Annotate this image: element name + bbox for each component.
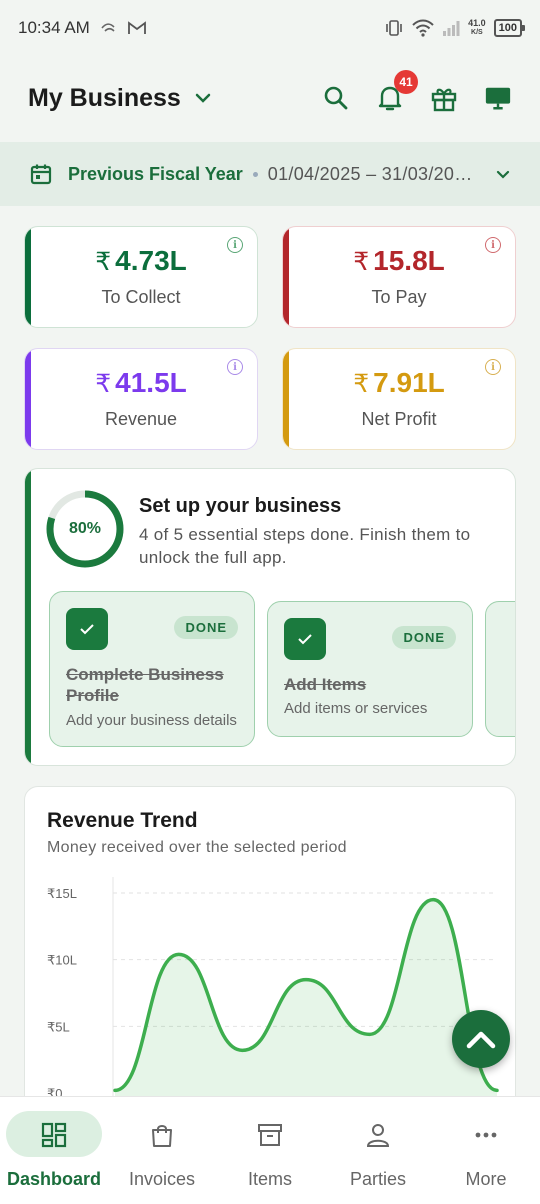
currency-symbol: ₹ — [353, 248, 370, 276]
status-bar: 10:34 AM 41.0 K/S 100 — [0, 0, 540, 56]
net-speed: 41.0 K/S — [468, 19, 486, 37]
gift-icon[interactable] — [430, 84, 458, 112]
stat-value-net-profit: ₹7.91L — [283, 367, 515, 399]
more-dots-icon — [472, 1121, 500, 1149]
nav-item-parties[interactable]: Parties — [324, 1097, 432, 1204]
status-badge: DONE — [392, 626, 456, 649]
chevron-down-icon[interactable] — [195, 93, 211, 103]
revenue-trend-card: Revenue Trend Money received over the se… — [24, 786, 516, 1116]
setup-title: Set up your business — [139, 495, 342, 517]
progress-percent: 80% — [68, 520, 102, 537]
y-tick-label: ₹5L — [47, 1019, 70, 1034]
vibrate-icon — [384, 19, 404, 37]
person-icon — [364, 1121, 392, 1149]
search-icon[interactable] — [322, 84, 350, 112]
nav-item-invoices[interactable]: Invoices — [108, 1097, 216, 1204]
info-icon[interactable]: i — [485, 237, 501, 253]
info-icon[interactable]: i — [227, 237, 243, 253]
step-title: Complete Business Profile — [66, 665, 224, 705]
nav-label: Parties — [349, 1169, 407, 1189]
step-description: Add your business details — [66, 712, 237, 729]
step-card-add-items[interactable]: DONE Add Items Add items or services — [267, 601, 473, 737]
dashboard-icon — [40, 1121, 68, 1149]
y-tick-label: ₹15L — [47, 886, 77, 901]
nav-label: More — [465, 1169, 507, 1189]
to-collect-value: 4.73L — [115, 245, 187, 276]
currency-symbol: ₹ — [95, 370, 112, 398]
notification-badge: 41 — [394, 70, 418, 94]
chevron-up-icon — [466, 1031, 496, 1049]
gmail-icon — [127, 21, 146, 35]
status-time: 10:34 AM — [18, 18, 90, 37]
setup-description: 4 of 5 essential steps done. Finish them… — [139, 525, 471, 567]
to-pay-label: To Pay — [371, 287, 427, 307]
notification-bell-icon[interactable]: 41 — [376, 70, 418, 112]
scroll-to-top-button[interactable] — [452, 1010, 510, 1068]
step-description: Add items or services — [284, 700, 428, 717]
chart-subtitle: Money received over the selected period — [47, 839, 347, 856]
nav-item-more[interactable]: More — [432, 1097, 540, 1204]
net-speed-unit: K/S — [471, 29, 483, 36]
net-profit-label: Net Profit — [361, 409, 437, 429]
info-icon[interactable]: i — [227, 359, 243, 375]
to-collect-label: To Collect — [101, 287, 181, 307]
step-title: Add Items — [284, 675, 367, 694]
currency-symbol: ₹ — [95, 248, 112, 276]
stat-card-net-profit[interactable]: ₹7.91L Net Profit i — [282, 348, 516, 450]
calendar-icon — [30, 163, 52, 185]
nav-item-items[interactable]: Items — [216, 1097, 324, 1204]
battery-indicator: 100 — [493, 19, 526, 37]
desktop-icon[interactable] — [484, 84, 512, 112]
y-tick-label: ₹10L — [47, 953, 77, 968]
nav-label: Items — [247, 1169, 292, 1189]
status-badge: DONE — [174, 616, 238, 639]
signal-icon — [442, 19, 460, 37]
wifi-icon — [412, 19, 434, 37]
check-icon — [284, 618, 326, 660]
nav-label: Dashboard — [6, 1169, 102, 1189]
chart-title: Revenue Trend — [47, 809, 198, 832]
currency-symbol: ₹ — [353, 370, 370, 398]
separator-dot — [252, 171, 258, 177]
chevron-down-icon[interactable] — [496, 170, 510, 179]
stat-value-revenue: ₹41.5L — [25, 367, 257, 399]
shopping-bag-icon — [148, 1121, 176, 1149]
app-header: My Business 41 — [0, 56, 540, 140]
stat-card-to-pay[interactable]: ₹15.8L To Pay i — [282, 226, 516, 328]
bottom-navigation: Dashboard Invoices Items Parties More — [0, 1096, 540, 1204]
step-card-partial[interactable] — [485, 601, 515, 737]
period-label: Previous Fiscal Year — [68, 163, 243, 184]
net-speed-value: 41.0 — [468, 18, 486, 28]
step-card-complete-profile[interactable]: DONE Complete Business Profile Add your … — [49, 591, 255, 747]
stat-value-to-pay: ₹15.8L — [283, 245, 515, 277]
stat-card-revenue[interactable]: ₹41.5L Revenue i — [24, 348, 258, 450]
stat-value-to-collect: ₹4.73L — [25, 245, 257, 277]
check-icon — [66, 608, 108, 650]
area-fill — [115, 899, 497, 1115]
revenue-chart: ₹15L₹10L₹5L₹0 — [47, 877, 499, 1115]
to-pay-value: 15.8L — [373, 245, 445, 276]
notification-app-icon — [100, 21, 118, 35]
revenue-value: 41.5L — [115, 367, 187, 398]
stat-card-to-collect[interactable]: ₹4.73L To Collect i — [24, 226, 258, 328]
archive-box-icon — [256, 1121, 284, 1149]
net-profit-value: 7.91L — [373, 367, 445, 398]
nav-item-dashboard[interactable]: Dashboard — [0, 1097, 108, 1204]
period-range: 01/04/2025 – 31/03/2026 — [267, 163, 474, 184]
setup-business-card: 80% Set up your business 4 of 5 essentia… — [24, 468, 516, 766]
revenue-label: Revenue — [104, 409, 178, 429]
nav-label: Invoices — [128, 1169, 196, 1189]
period-selector[interactable]: Previous Fiscal Year 01/04/2025 – 31/03/… — [0, 142, 540, 206]
info-icon[interactable]: i — [485, 359, 501, 375]
business-name[interactable]: My Business — [28, 84, 181, 113]
